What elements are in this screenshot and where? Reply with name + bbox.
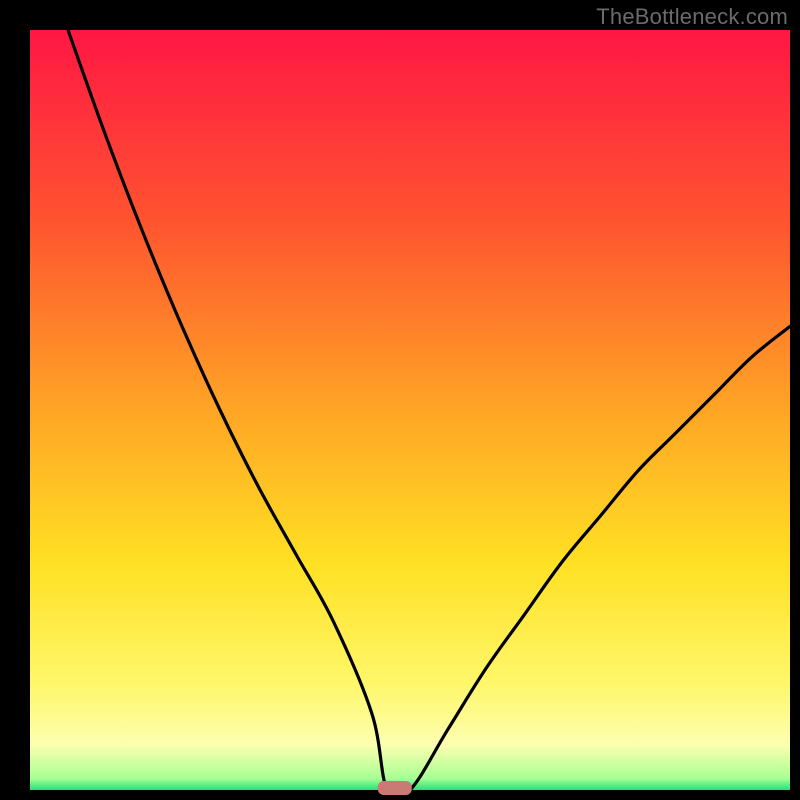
watermark-text: TheBottleneck.com: [596, 4, 788, 30]
chart-container: TheBottleneck.com: [0, 0, 800, 800]
chart-plot-area: [30, 30, 790, 790]
optimal-marker: [378, 781, 412, 795]
bottleneck-chart: [0, 0, 800, 800]
